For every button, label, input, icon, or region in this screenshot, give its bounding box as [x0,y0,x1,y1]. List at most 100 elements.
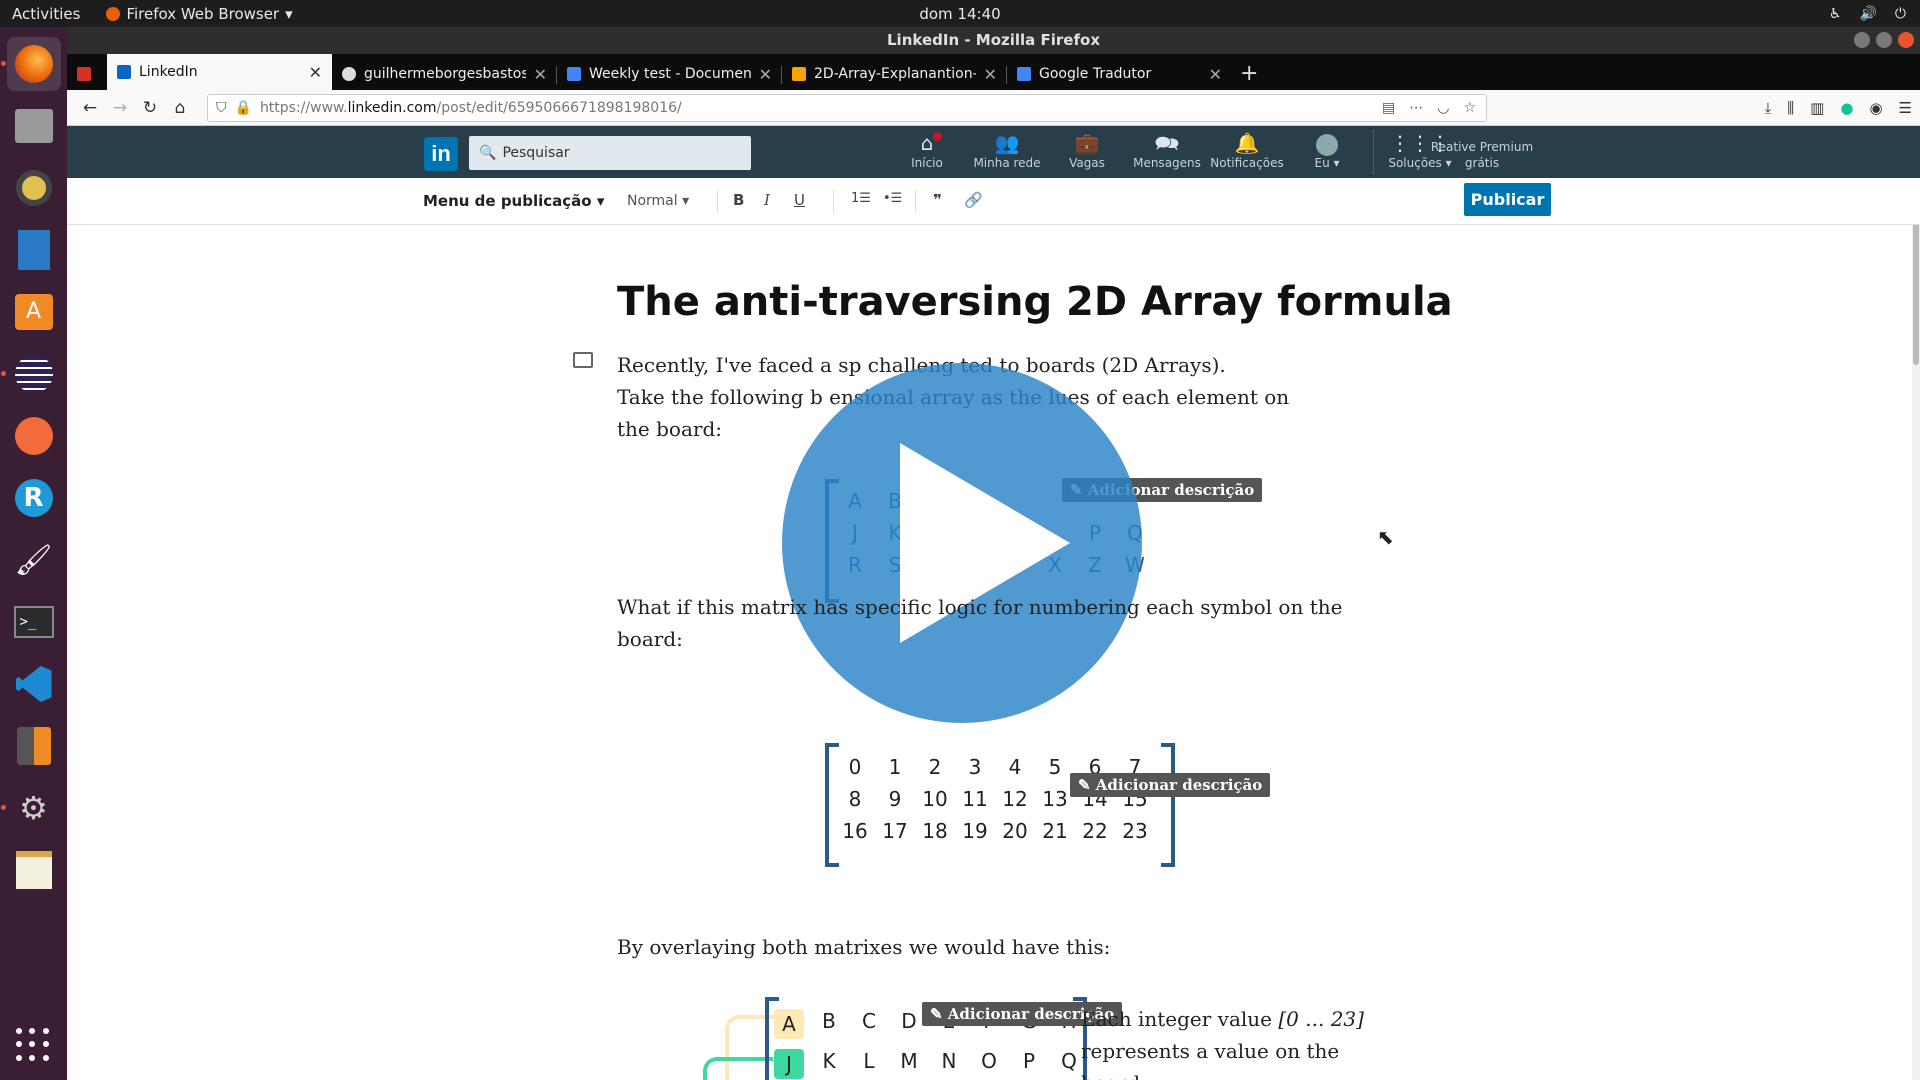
terminal-dock-icon[interactable]: >_ [7,595,61,649]
volume-icon[interactable]: 🔊 [1859,6,1876,22]
editor-toolbar: Menu de publicação ▾ Normal ▾ B I U 1☰ •… [67,178,1920,225]
paragraph-2[interactable]: What if this matrix has specific logic f… [617,591,1342,655]
files-dock-icon[interactable] [7,99,61,153]
activities-button[interactable]: Activities [12,5,80,23]
close-tab-icon[interactable]: ✕ [984,65,997,84]
paint-dock-icon[interactable]: 🖌 [7,533,61,587]
tab-linkedin[interactable]: LinkedIn ✕ [107,54,332,90]
home-icon[interactable]: ⌂ [165,98,195,118]
downloads-icon[interactable]: ⤓ [1765,99,1772,117]
premium-link[interactable]: Reative Premium grátis [1427,139,1537,171]
lock-icon[interactable]: 🔒 [235,100,252,116]
library-icon[interactable]: ⫼ [1787,99,1794,117]
play-video-overlay[interactable] [782,363,1142,723]
numbered-list-icon[interactable]: 1☰ [851,191,871,206]
article-title[interactable]: The anti-traversing 2D Array formula [617,279,1453,325]
search-input[interactable]: 🔍 Pesquisar [469,136,751,170]
nav-item-notificacoes[interactable]: 🔔 Notificações [1207,130,1287,174]
nav-item-mensagens[interactable]: 🗪 Mensagens [1127,130,1207,174]
power-icon[interactable]: ⏻ [1895,6,1906,22]
sidebar-icon[interactable]: ▥ [1810,99,1824,117]
bookmark-star-icon[interactable]: ☆ [1463,100,1476,116]
eclipse-dock-icon[interactable] [0,347,61,401]
rhythmbox-dock-icon[interactable] [7,161,61,215]
publish-button[interactable]: Publicar [1464,183,1551,216]
number-matrix-image[interactable]: 0 1 2 3 4 5 6 7 8 9 10 11 12 13 14 15 16 17 18 19 20 21 22 23 [835,755,1155,843]
add-description-button[interactable]: ✎ Adicionar descrição [1070,773,1271,797]
software-dock-icon[interactable]: A [7,285,61,339]
shield-icon[interactable]: ⛉ [216,100,227,116]
writer-dock-icon[interactable] [7,223,61,277]
quote-icon[interactable]: ❞ [933,191,942,209]
tab-bar: LinkedIn ✕ guilhermeborgesbastos ✕ Weekl… [67,54,1920,90]
text-editor-dock-icon[interactable] [7,843,61,897]
overlay-cell: C [862,1009,876,1033]
calculator-dock-icon[interactable] [7,719,61,773]
scrollbar-thumb[interactable] [1913,225,1919,365]
menu-icon[interactable]: ☰ [1899,99,1912,117]
tab-google-tradutor[interactable]: Google Tradutor ✕ [1007,58,1232,90]
forward-icon[interactable]: → [105,98,135,118]
nav-item-vagas[interactable]: 💼 Vagas [1047,130,1127,174]
minimize-button[interactable] [1854,32,1870,48]
new-tab-button[interactable]: + [1240,61,1258,86]
account-icon[interactable]: ◉ [1869,99,1882,117]
running-indicator [0,805,6,810]
system-tray[interactable]: ♿ 🔊 ⏻ [1829,6,1906,22]
tab-github[interactable]: guilhermeborgesbastos ✕ [332,58,557,90]
close-tab-icon[interactable]: ✕ [309,63,322,82]
vscode-dock-icon[interactable] [7,657,61,711]
window-titlebar: LinkedIn - Mozilla Firefox [67,27,1920,54]
accessibility-icon[interactable]: ♿ [1829,6,1842,22]
nav-item-eu[interactable]: Eu ▾ [1287,130,1367,174]
tab-label: guilhermeborgesbastos [364,66,526,82]
underline-button[interactable]: U [794,191,805,209]
scrollbar[interactable] [1912,225,1920,1080]
text-style-select[interactable]: Normal ▾ [627,193,689,209]
link-icon[interactable]: 🔗 [964,191,983,209]
overlay-cell: N [941,1049,957,1073]
number-cell: 3 [968,755,982,779]
firefox-window: LinkedIn - Mozilla Firefox LinkedIn ✕ gu… [67,27,1920,1080]
running-indicator [0,61,6,66]
settings-dock-icon[interactable]: ⚙ [0,781,61,835]
r-app-dock-icon[interactable]: R [7,471,61,525]
pinned-tab-gmail[interactable] [67,58,107,90]
reload-icon[interactable]: ↻ [135,98,165,118]
bullet-list-icon[interactable]: •☰ [883,191,902,206]
firefox-dock-icon[interactable] [0,37,61,91]
back-icon[interactable]: ← [75,98,105,118]
publication-menu[interactable]: Menu de publicação ▾ [423,192,604,210]
grammarly-icon[interactable]: ● [1840,99,1853,117]
url-bar[interactable]: ⛉ 🔒 https://www.linkedin.com/post/edit/6… [207,93,1487,122]
nav-item-minha-rede[interactable]: 👥 Minha rede [967,130,1047,174]
more-actions-icon[interactable]: ⋯ [1409,100,1423,116]
maximize-button[interactable] [1876,32,1892,48]
clock[interactable]: dom 14:40 [919,5,1000,23]
pocket-icon[interactable]: ◡ [1437,100,1449,116]
caret-down-icon: ▾ [596,192,605,210]
translate-favicon-icon [1017,67,1031,81]
paragraph-3[interactable]: By overlaying both matrixes we would hav… [617,931,1110,963]
number-cell: 1 [888,755,902,779]
italic-button[interactable]: I [764,191,770,209]
article-editor[interactable]: The anti-traversing 2D Array formula Rec… [67,225,1920,1080]
messages-icon: 🗪 [1154,131,1180,155]
docs-favicon-icon [567,67,581,81]
show-applications-button[interactable] [10,1022,56,1068]
close-tab-icon[interactable]: ✕ [534,65,547,84]
running-indicator [0,371,6,376]
tab-google-docs[interactable]: Weekly test - Document ✕ [557,58,782,90]
reader-view-icon[interactable]: ▤ [1382,100,1395,116]
close-tab-icon[interactable]: ✕ [1209,65,1222,84]
app-menu[interactable]: Firefox Web Browser ▾ [106,5,293,23]
bold-button[interactable]: B [733,191,744,209]
nav-item-inicio[interactable]: ⌂ Início [887,130,967,174]
close-window-button[interactable] [1898,32,1914,48]
close-tab-icon[interactable]: ✕ [759,65,772,84]
add-block-icon[interactable] [573,352,593,368]
linkedin-logo[interactable]: in [424,137,458,171]
postman-dock-icon[interactable] [7,409,61,463]
tab-2d-array[interactable]: 2D-Array-Explanantion-F ✕ [782,58,1007,90]
image-caption-note[interactable]: Each integer value [0 ... 23] represents… [1081,1003,1364,1080]
